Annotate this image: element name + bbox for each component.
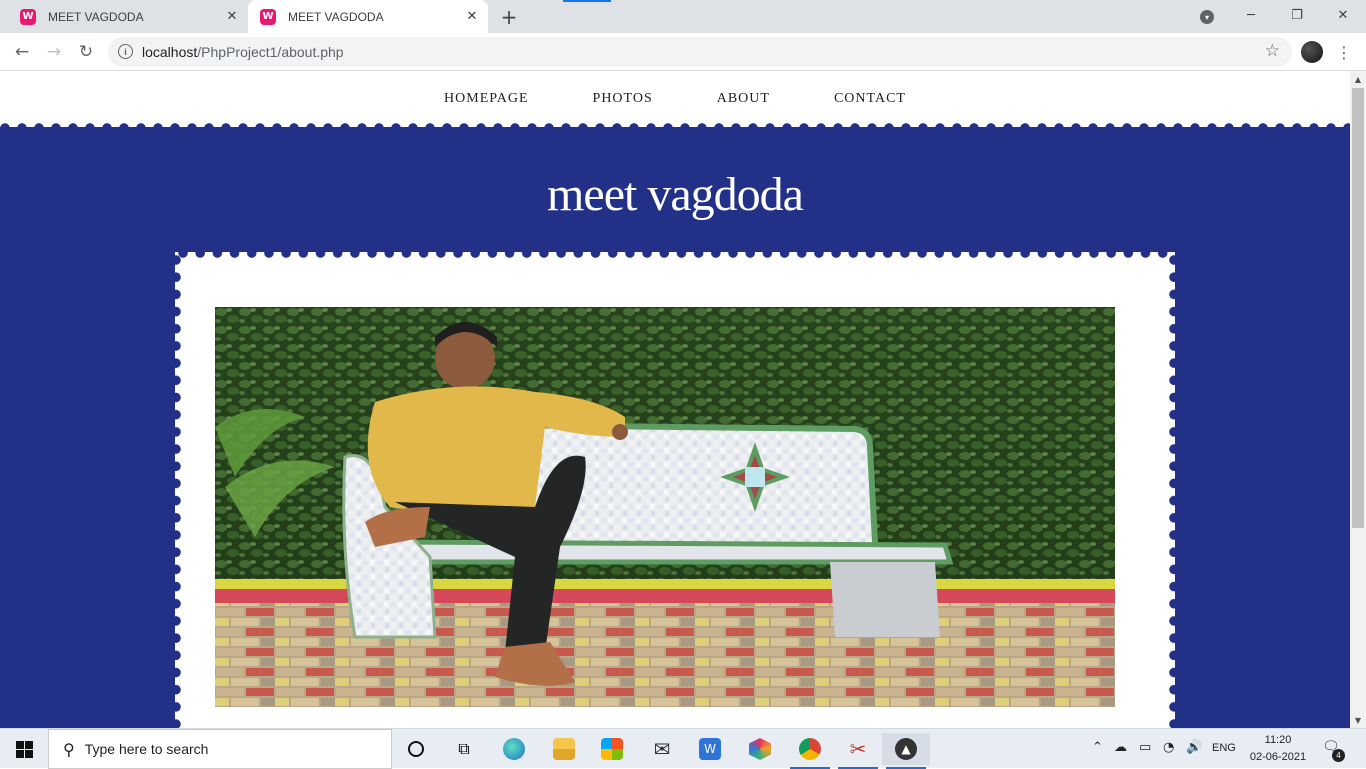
profile-avatar[interactable] [1301, 41, 1323, 63]
scroll-down-icon[interactable]: ▼ [1350, 712, 1366, 728]
cortana-icon[interactable] [392, 733, 440, 765]
start-button[interactable] [0, 729, 48, 769]
site-nav: HOMEPAGE PHOTOS ABOUT CONTACT [0, 71, 1350, 127]
back-arrow-icon[interactable]: ← [10, 40, 34, 64]
tab-meet-vagdoda-2[interactable]: W MEET VAGDODA ✕ [248, 0, 488, 33]
close-window-button[interactable]: ✕ [1328, 4, 1358, 26]
volume-icon[interactable]: 🔊 [1186, 740, 1202, 755]
nav-about[interactable]: ABOUT [717, 91, 770, 107]
language-indicator[interactable]: ENG [1212, 742, 1236, 754]
mail-icon[interactable]: ✉ [638, 733, 686, 765]
more-menu-icon[interactable]: ⋮ [1336, 41, 1352, 63]
scalloped-edge [0, 123, 1350, 133]
nav-photos[interactable]: PHOTOS [593, 91, 653, 107]
search-icon: ⚲ [63, 739, 75, 759]
photo-illustration [215, 307, 1115, 707]
card-scalloped-edge-right [1169, 252, 1179, 728]
bookmark-star-icon[interactable]: ☆ [1265, 41, 1280, 61]
new-tab-button[interactable]: + [498, 5, 520, 29]
close-tab-icon[interactable]: ✕ [224, 8, 240, 24]
site-info-icon[interactable]: i [118, 44, 133, 59]
url-path: /PhpProject1/about.php [197, 44, 344, 60]
restore-button[interactable]: ❐ [1282, 4, 1312, 26]
action-center-icon[interactable]: 🗨 4 [1322, 739, 1345, 762]
tab-title: MEET VAGDODA [48, 9, 144, 24]
loading-indicator [563, 0, 611, 2]
netbeans-icon[interactable] [736, 733, 784, 765]
scrollbar-thumb[interactable] [1352, 88, 1364, 528]
photos-icon[interactable]: ▲ [882, 733, 930, 769]
store-icon[interactable] [588, 733, 636, 765]
clock-time: 11:20 [1264, 734, 1292, 746]
show-hidden-icons-chevron-icon[interactable]: ⌃ [1092, 740, 1103, 755]
tab-search-icon[interactable]: ▾ [1200, 10, 1214, 24]
taskbar-search-box[interactable]: ⚲ Type here to search [48, 729, 392, 769]
tab-meet-vagdoda-1[interactable]: W MEET VAGDODA ✕ [8, 0, 248, 33]
onedrive-icon[interactable]: ☁ [1114, 740, 1127, 755]
card-scalloped-edge-top [175, 248, 1175, 258]
tab-bar: W MEET VAGDODA ✕ W MEET VAGDODA ✕ + ▾ ─ … [0, 0, 1366, 33]
file-explorer-icon[interactable] [540, 733, 588, 765]
notification-badge: 4 [1332, 749, 1345, 762]
windows-logo-icon [15, 740, 33, 758]
reload-icon[interactable]: ↻ [74, 40, 98, 64]
windows-taskbar: ⚲ Type here to search ⧉ ✉ W ✂ ▲ ⌃ ☁ ▭ ◔ … [0, 728, 1366, 769]
snipping-tool-icon[interactable]: ✂ [834, 733, 882, 769]
wifi-icon[interactable]: ◔ [1163, 740, 1174, 755]
web-page: HOMEPAGE PHOTOS ABOUT CONTACT meet vagdo… [0, 71, 1350, 728]
url-text[interactable]: localhost/PhpProject1/about.php [142, 44, 344, 60]
scroll-up-icon[interactable]: ▲ [1350, 71, 1366, 87]
site-title: meet vagdoda [547, 168, 804, 221]
forward-arrow-icon[interactable]: → [42, 40, 66, 64]
wps-office-icon[interactable]: W [686, 733, 734, 765]
minimize-button[interactable]: ─ [1236, 4, 1266, 26]
chrome-icon[interactable] [786, 733, 834, 769]
edge-icon[interactable] [490, 733, 538, 765]
address-bar[interactable]: i localhost/PhpProject1/about.php ☆ [108, 37, 1292, 67]
wamp-favicon-icon: W [20, 8, 36, 25]
clock[interactable]: 11:20 02-06-2021 [1238, 732, 1318, 766]
url-host: localhost [142, 44, 198, 60]
page-scrollbar[interactable]: ▲ ▼ [1350, 71, 1366, 728]
profile-photo [215, 307, 1115, 707]
wamp-favicon-icon: W [260, 8, 276, 25]
clock-date: 02-06-2021 [1249, 751, 1307, 763]
nav-contact[interactable]: CONTACT [834, 91, 906, 107]
nav-homepage[interactable]: HOMEPAGE [444, 91, 529, 107]
battery-icon[interactable]: ▭ [1139, 740, 1151, 755]
close-tab-icon[interactable]: ✕ [464, 8, 480, 24]
task-view-icon[interactable]: ⧉ [440, 733, 488, 765]
card-scalloped-edge-left [171, 252, 181, 728]
browser-toolbar: ← → ↻ i localhost/PhpProject1/about.php … [0, 33, 1366, 71]
search-placeholder: Type here to search [84, 741, 209, 757]
tab-title: MEET VAGDODA [288, 9, 384, 24]
